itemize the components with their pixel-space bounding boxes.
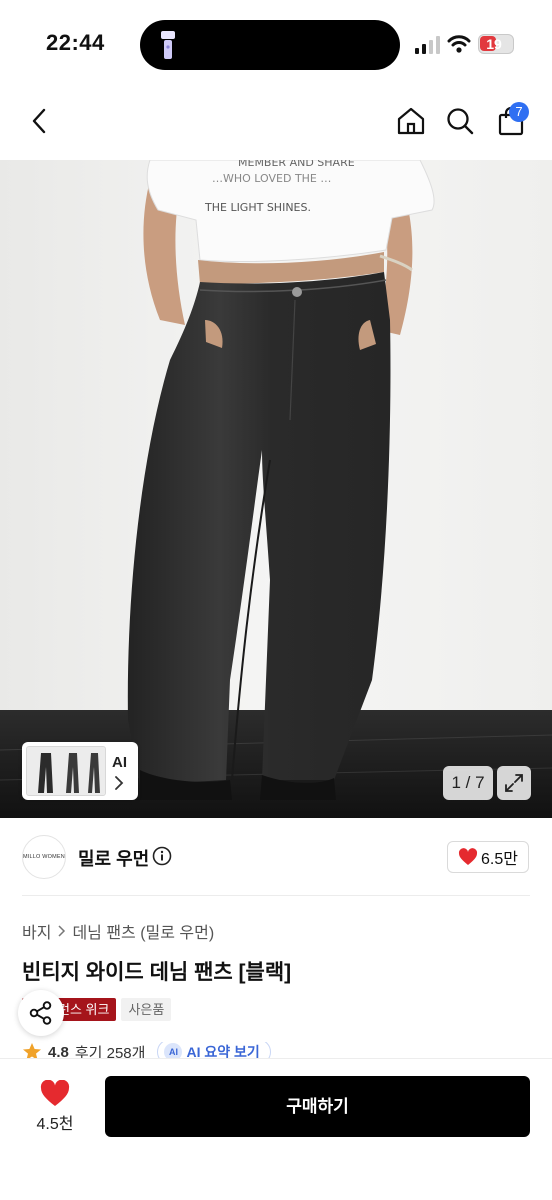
search-icon	[447, 108, 474, 135]
dynamic-island	[140, 20, 400, 70]
breadcrumb-item-denim[interactable]: 데님 팬츠 (밀로 우먼)	[72, 919, 214, 943]
info-icon[interactable]	[152, 846, 172, 866]
wifi-icon	[447, 35, 471, 53]
ai-label[interactable]: AI	[112, 754, 127, 771]
chevron-right-icon[interactable]	[114, 776, 124, 790]
expand-icon	[505, 774, 523, 792]
thumbnail-image	[26, 746, 106, 796]
brand-like-count: 6.5만	[481, 851, 518, 868]
breadcrumb-item-pants[interactable]: 바지	[22, 919, 51, 943]
brand-name[interactable]: 밀로 우먼	[78, 845, 149, 871]
svg-text:MEMBER AND SHARE: MEMBER AND SHARE	[238, 160, 355, 169]
status-bar: 22:44 19	[0, 0, 552, 90]
product-title: 빈티지 와이드 데님 팬츠 [블랙]	[22, 961, 292, 984]
svg-text:THE LIGHT SHINES.: THE LIGHT SHINES.	[204, 201, 311, 214]
home-icon	[397, 107, 425, 135]
breadcrumb: 바지 데님 팬츠 (밀로 우먼)	[22, 919, 214, 943]
heart-icon	[458, 848, 478, 865]
back-button[interactable]	[22, 104, 56, 138]
product-image[interactable]: MEMBER AND SHARE …WHO LOVED THE … THE LI…	[0, 160, 552, 818]
divider	[22, 895, 530, 896]
buy-button[interactable]: 구매하기	[105, 1076, 530, 1137]
home-button[interactable]	[394, 104, 428, 138]
share-icon	[29, 1001, 52, 1025]
brand-like-button[interactable]: 6.5만	[447, 841, 529, 873]
cart-count-badge: 7	[509, 102, 529, 122]
app-header	[0, 90, 552, 160]
product-photo: MEMBER AND SHARE …WHO LOVED THE … THE LI…	[0, 160, 552, 818]
signal-icon	[415, 36, 440, 54]
svg-text:…WHO LOVED THE …: …WHO LOVED THE …	[212, 172, 331, 185]
gift-tag: 사은품	[121, 998, 172, 1021]
brand-logo[interactable]: MILLO WOMEN	[22, 835, 66, 879]
brand-logo-text: MILLO WOMEN	[23, 854, 65, 860]
battery-icon: 19	[478, 34, 514, 54]
ai-thumbnail-card[interactable]	[22, 742, 138, 800]
status-time: 22:44	[46, 30, 105, 55]
flashlight-icon	[161, 31, 175, 59]
wishlist-count: 4.5천	[36, 1116, 74, 1133]
wishlist-heart-icon[interactable]	[40, 1080, 70, 1107]
chevron-right-icon	[58, 925, 66, 937]
search-button[interactable]	[443, 104, 477, 138]
share-button[interactable]	[18, 990, 64, 1036]
battery-percent: 19	[486, 36, 502, 52]
expand-image-button[interactable]	[497, 766, 531, 800]
back-icon	[32, 108, 46, 134]
image-page-indicator: 1 / 7	[443, 766, 493, 800]
